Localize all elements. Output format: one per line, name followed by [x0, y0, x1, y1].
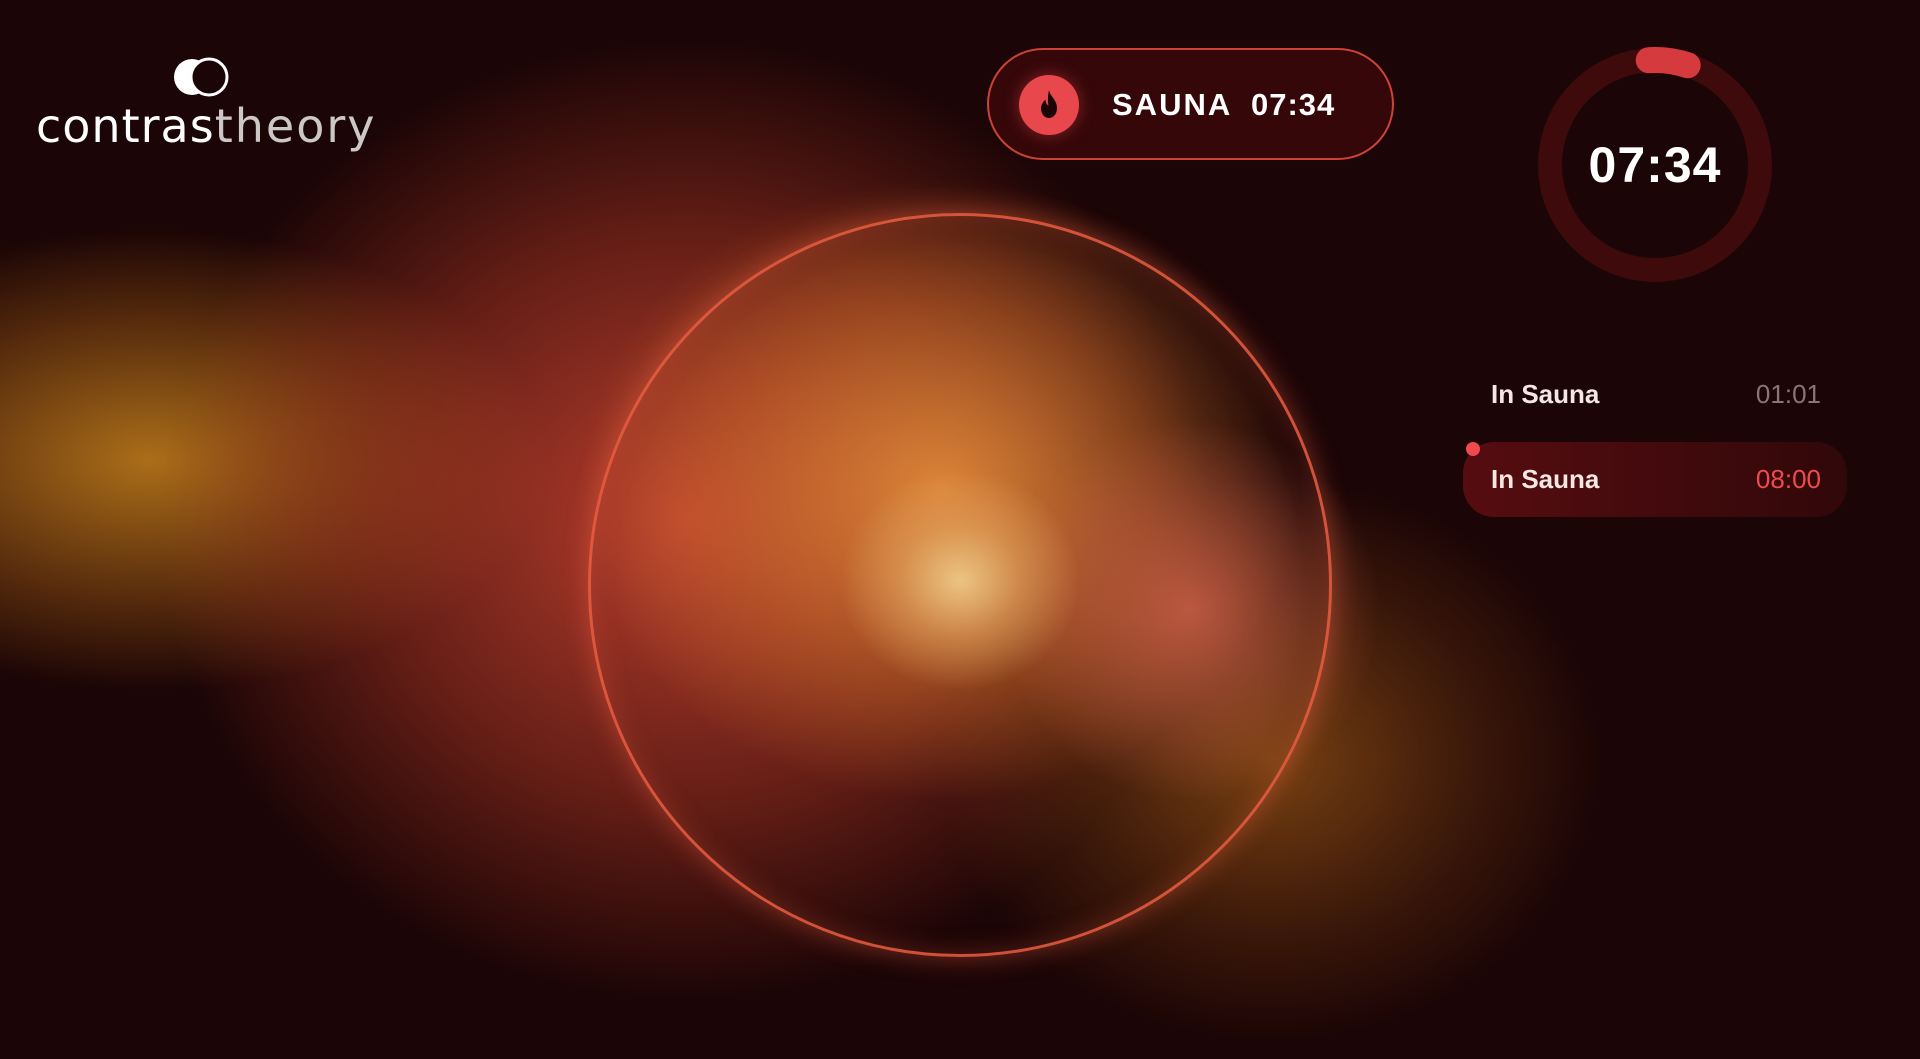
phase-time: 01:01: [1755, 379, 1821, 409]
phase-row-active[interactable]: In Sauna 08:00: [1463, 442, 1847, 517]
brand-name-part2: theory: [214, 99, 377, 153]
phase-time: 08:00: [1755, 464, 1821, 494]
active-indicator-dot: [1466, 442, 1480, 456]
phase-list: In Sauna 01:01 In Sauna 08:00: [1463, 363, 1847, 534]
flame-icon: [1019, 75, 1079, 135]
overlapping-circles-icon: [174, 57, 229, 97]
sauna-session-screen: contrastheory SAUNA 07:34 07:34 In Sauna…: [0, 0, 1920, 1059]
countdown-timer: 07:34: [1537, 47, 1773, 283]
phase-label: In Sauna: [1491, 379, 1600, 409]
status-label: SAUNA: [1112, 87, 1233, 122]
brand-logo: contrastheory: [36, 52, 376, 162]
brand-name-part1: contras: [36, 99, 215, 153]
phase-label: In Sauna: [1491, 464, 1600, 494]
brand-wordmark: contrastheory: [36, 96, 376, 156]
breathing-ring: [588, 213, 1332, 957]
countdown-ring-progress: [1635, 47, 1701, 79]
countdown-time: 07:34: [1588, 137, 1722, 193]
status-time: 07:34: [1251, 87, 1336, 122]
phase-row[interactable]: In Sauna 01:01: [1463, 363, 1847, 425]
session-status-pill[interactable]: SAUNA 07:34: [987, 48, 1394, 160]
